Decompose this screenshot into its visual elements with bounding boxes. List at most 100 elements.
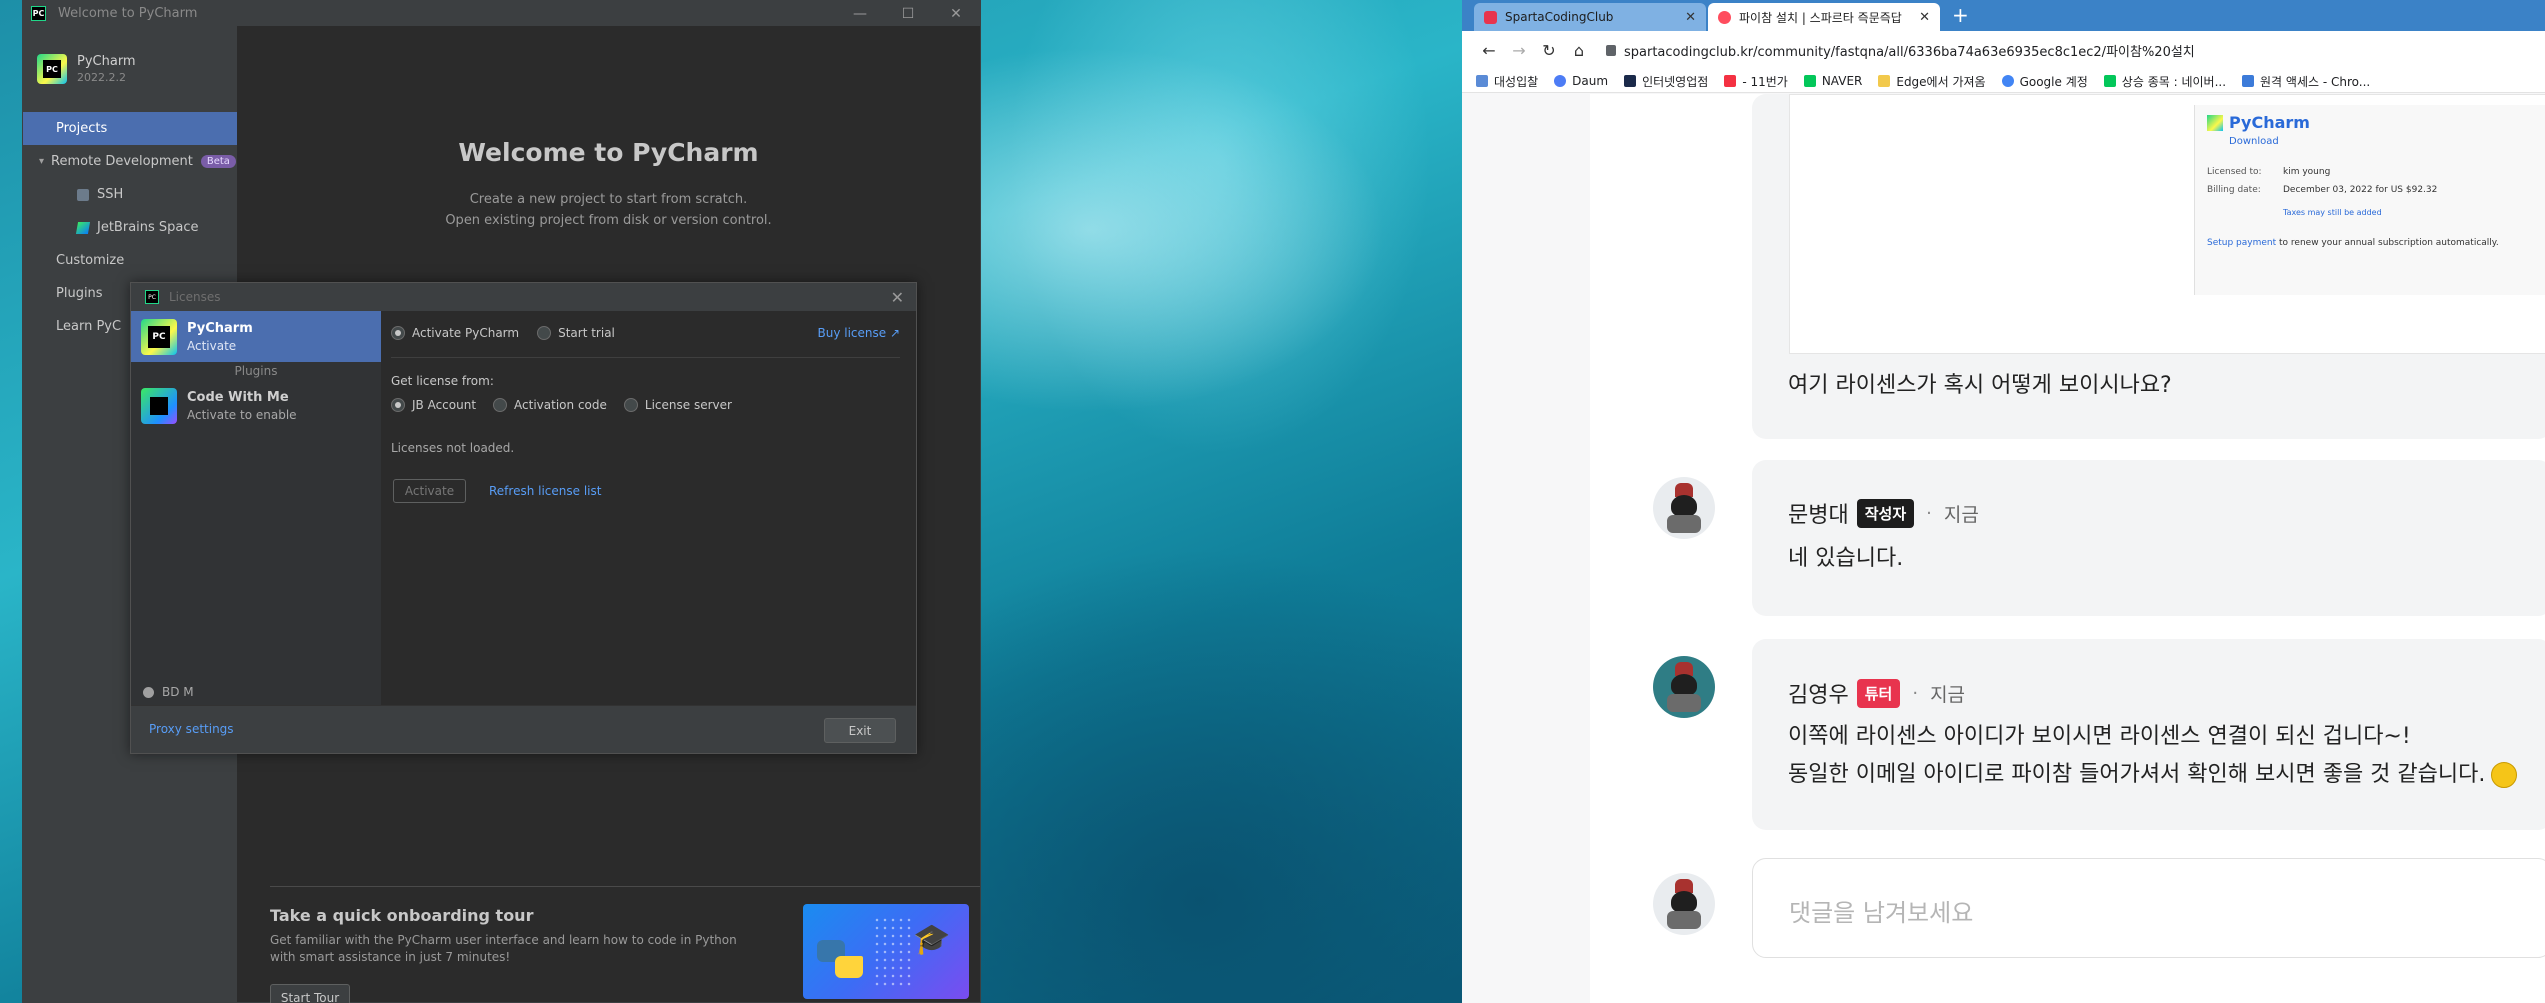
bookmark-item[interactable]: Daum xyxy=(1554,74,1608,88)
comment-bubble xyxy=(1752,460,2545,616)
licensed-to-label: Licensed to: xyxy=(2207,167,2262,177)
forward-icon[interactable]: → xyxy=(1504,41,1534,60)
product-name: PyCharm xyxy=(187,320,253,336)
license-server-option[interactable]: License server xyxy=(623,398,732,412)
comment-header: 김영우 튜터 · 지금 xyxy=(1788,677,1965,709)
pycharm-logo-icon xyxy=(141,318,177,355)
comment-line-2-text: 동일한 이메일 아이디로 파이참 들어가셔서 확인해 보시면 좋을 것 같습니다… xyxy=(1788,762,2486,787)
nav-projects[interactable]: Projects xyxy=(23,112,237,145)
bookmark-label: 대성입찰 xyxy=(1494,74,1539,89)
refresh-license-list-link[interactable]: Refresh license list xyxy=(489,484,601,498)
folder-icon xyxy=(1878,75,1891,87)
comment-time: 지금 xyxy=(1943,503,1979,526)
ssh-icon xyxy=(77,188,89,201)
nav-jetbrains-space[interactable]: JetBrains Space xyxy=(23,211,237,244)
comment-line-2: 동일한 이메일 아이디로 파이참 들어가셔서 확인해 보시면 좋을 것 같습니다… xyxy=(1788,756,2518,794)
product-pycharm[interactable]: PyCharm Activate xyxy=(131,311,381,362)
sparta-favicon-icon xyxy=(1718,10,1731,24)
radio[interactable] xyxy=(537,326,552,340)
sparta-favicon-icon xyxy=(1484,10,1497,24)
avatar-face xyxy=(1671,674,1697,696)
welcome-line-2: Open existing project from disk or versi… xyxy=(445,213,772,228)
bookmark-item[interactable]: Google 계정 xyxy=(2001,73,2088,90)
naver-icon xyxy=(2103,75,2116,87)
radio[interactable] xyxy=(493,398,508,412)
bookmark-item[interactable]: Edge에서 가져옴 xyxy=(1878,73,1986,90)
exit-button[interactable]: Exit xyxy=(824,718,896,743)
nav-learn-label: Learn PyC xyxy=(56,319,122,334)
bookmark-item[interactable]: 대성입찰 xyxy=(1476,73,1538,90)
author-name[interactable]: 김영우 xyxy=(1788,677,1849,709)
welcome-title: Welcome to PyCharm xyxy=(458,138,759,167)
avatar-body xyxy=(1667,911,1701,929)
user-icon xyxy=(143,686,154,698)
comment-text: 네 있습니다. xyxy=(1788,546,1904,571)
product-name: Code With Me xyxy=(187,389,289,405)
radio-selected[interactable] xyxy=(391,398,405,412)
address-bar[interactable]: spartacodingclub.kr/community/fastqna/al… xyxy=(1606,36,2545,65)
licenses-titlebar[interactable]: PC Licenses ✕ xyxy=(131,283,916,311)
proxy-settings-link[interactable]: Proxy settings xyxy=(149,722,234,736)
user-account[interactable]: BD M xyxy=(143,685,194,699)
close-icon[interactable]: ✕ xyxy=(1919,10,1930,25)
tour-illustration: 🎓 xyxy=(803,904,969,999)
user-name: BD M xyxy=(162,685,194,699)
avatar[interactable] xyxy=(1653,656,1715,718)
back-icon[interactable]: ← xyxy=(1474,41,1504,60)
nav-remote-development[interactable]: ▾ Remote Development Beta xyxy=(23,145,237,178)
divider xyxy=(270,886,980,887)
home-icon[interactable]: ⌂ xyxy=(1564,41,1594,60)
buy-license-link[interactable]: Buy license ↗ xyxy=(817,326,900,340)
reply-input[interactable]: 댓글을 남겨보세요 xyxy=(1752,858,2545,958)
bookmark-item[interactable]: 원격 액세스 - Chro... xyxy=(2242,73,2370,90)
bookmark-item[interactable]: - 11번가 xyxy=(1724,73,1788,90)
shot-download-link: Download xyxy=(2229,136,2279,147)
bookmark-item[interactable]: 인터넷영업점 xyxy=(1624,73,1708,90)
comment-line-1: 이쪽에 라이센스 아이디가 보이시면 라이센스 연결이 되신 겁니다~! xyxy=(1788,724,2411,749)
close-icon[interactable]: ✕ xyxy=(891,288,904,307)
nav-customize[interactable]: Customize xyxy=(23,244,237,277)
close-icon[interactable]: ✕ xyxy=(1685,10,1696,25)
licenses-product-list: PyCharm Activate Plugins Code With Me Ac… xyxy=(131,311,382,707)
avatar-face xyxy=(1671,891,1697,913)
tab-pycharm-install[interactable]: 파이참 설치 | 스파르타 즉문즉답 ✕ xyxy=(1708,3,1940,31)
activation-code-option[interactable]: Activation code xyxy=(493,398,607,412)
nav-customize-label: Customize xyxy=(56,253,125,268)
author-name[interactable]: 문병대 xyxy=(1788,497,1849,529)
page-content: PyCharm Download Licensed to: kim young B… xyxy=(1462,94,2545,1003)
nav-jetbrains-space-label: JetBrains Space xyxy=(97,220,199,235)
close-icon[interactable]: ✕ xyxy=(932,1,980,26)
start-tour-button[interactable]: Start Tour xyxy=(270,984,350,1003)
bookmark-label: 인터넷영업점 xyxy=(1642,74,1709,89)
bookmark-label: 상승 종목 : 네이버... xyxy=(2121,74,2227,89)
radio-selected[interactable] xyxy=(391,326,405,340)
chevron-down-icon[interactable]: ▾ xyxy=(39,156,44,167)
bookmark-label: Google 계정 xyxy=(2019,74,2088,89)
avatar-body xyxy=(1667,694,1701,712)
pycharm-titlebar[interactable]: PC Welcome to PyCharm — ☐ ✕ xyxy=(23,1,980,26)
minimize-icon[interactable]: — xyxy=(836,1,884,26)
tab-spartacodingclub[interactable]: SpartaCodingClub ✕ xyxy=(1474,3,1706,31)
new-tab-icon[interactable]: + xyxy=(1952,3,1969,27)
avatar-face xyxy=(1671,495,1697,517)
avatar[interactable] xyxy=(1653,477,1715,539)
maximize-icon[interactable]: ☐ xyxy=(884,1,932,26)
licenses-dialog: PC Licenses ✕ PyCharm Activate Plugins C… xyxy=(130,282,917,754)
activate-button[interactable]: Activate xyxy=(393,479,466,503)
licensed-to-value: kim young xyxy=(2283,167,2331,177)
bookmark-item[interactable]: 상승 종목 : 네이버... xyxy=(2103,73,2227,90)
bookmark-item[interactable]: NAVER xyxy=(1803,74,1862,88)
pycharm-logo-icon xyxy=(2207,114,2223,131)
jb-account-option[interactable]: JB Account xyxy=(391,398,476,412)
brand: PyCharm 2022.2.2 xyxy=(23,26,237,84)
product-code-with-me[interactable]: Code With Me Activate to enable xyxy=(131,380,381,431)
license-screenshot-image[interactable]: PyCharm Download Licensed to: kim young B… xyxy=(1789,94,2545,354)
question-text: 여기 라이센스가 혹시 어떻게 보이시나요? xyxy=(1788,373,2172,398)
radio[interactable] xyxy=(623,398,638,412)
avatar xyxy=(1653,873,1715,935)
start-trial-option[interactable]: Start trial xyxy=(537,326,615,340)
reload-icon[interactable]: ↻ xyxy=(1534,41,1564,60)
activate-pycharm-option[interactable]: Activate PyCharm xyxy=(391,326,519,340)
bookmark-label: Edge에서 가져옴 xyxy=(1896,74,1986,89)
nav-ssh[interactable]: SSH xyxy=(23,178,237,211)
